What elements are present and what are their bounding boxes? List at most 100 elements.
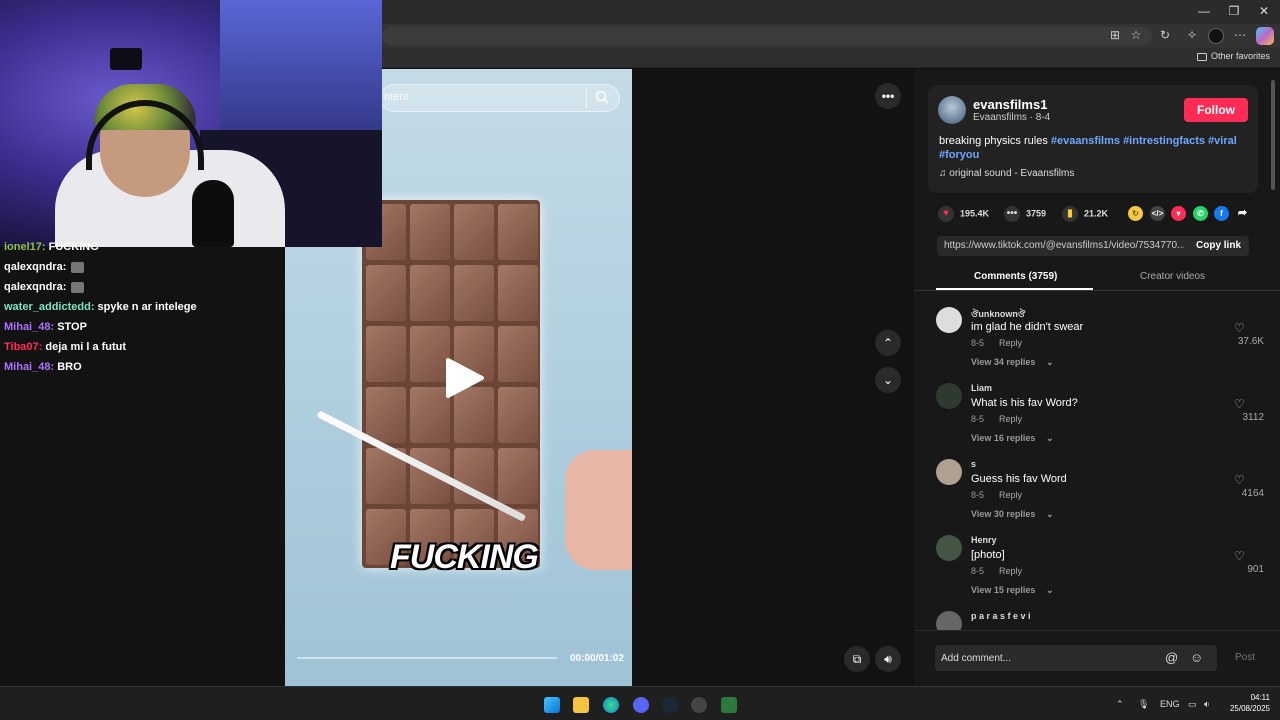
view-replies-button[interactable]: View 16 replies bbox=[971, 433, 1035, 443]
save-count[interactable]: ▮ 21.2K bbox=[1062, 206, 1108, 222]
repost-icon[interactable]: ↻ bbox=[1128, 206, 1143, 221]
video-time: 00:00/01:02 bbox=[570, 653, 624, 664]
network-icon[interactable]: ▭ bbox=[1188, 699, 1197, 710]
commenter-avatar[interactable] bbox=[936, 307, 962, 333]
author-name[interactable]: evansfilms1 bbox=[973, 97, 1047, 112]
chat-separator: : bbox=[41, 241, 49, 253]
refresh-icon[interactable]: ↻ bbox=[1156, 28, 1174, 42]
comment-count[interactable]: ••• 3759 bbox=[1004, 206, 1046, 222]
emoji-icon[interactable]: ☺ bbox=[1190, 650, 1203, 665]
commenter-avatar[interactable] bbox=[936, 383, 962, 409]
chat-username[interactable]: water_addictedd bbox=[4, 301, 91, 313]
view-replies-button[interactable]: View 30 replies bbox=[971, 509, 1035, 519]
game-launcher-icon[interactable] bbox=[721, 697, 737, 713]
system-clock[interactable]: 04:11 25/08/2025 bbox=[1226, 692, 1270, 714]
embed-icon[interactable]: </> bbox=[1150, 206, 1165, 221]
progress-bar[interactable] bbox=[297, 657, 557, 659]
copy-link-button[interactable]: Copy link bbox=[1196, 240, 1241, 251]
commenter-name[interactable]: Henry bbox=[971, 535, 997, 545]
edge-browser-icon[interactable] bbox=[603, 697, 619, 713]
chevron-up-icon[interactable]: ⌃ bbox=[875, 330, 901, 356]
chocolate-square bbox=[498, 448, 538, 504]
hashtag-link[interactable]: #viral bbox=[1208, 135, 1237, 147]
tab-comments[interactable]: Comments (3759) bbox=[974, 271, 1057, 282]
search-placeholder: ntent bbox=[384, 91, 409, 103]
microphone-icon[interactable]: 🎙︎ bbox=[1138, 699, 1149, 710]
chevron-down-icon: ⌄ bbox=[1046, 433, 1054, 443]
search-icon[interactable] bbox=[595, 90, 609, 104]
mention-icon[interactable]: @ bbox=[1165, 650, 1178, 665]
comment-heart-icon[interactable]: ♡ bbox=[1234, 397, 1245, 411]
reply-button[interactable]: Reply bbox=[999, 490, 1022, 500]
panel-scrollbar[interactable] bbox=[1271, 80, 1275, 190]
comment-like-count: 37.6K bbox=[1237, 336, 1264, 347]
chevron-down-icon[interactable]: ⌄ bbox=[875, 367, 901, 393]
chat-username[interactable]: Mihai_48 bbox=[4, 321, 50, 333]
more-options-icon[interactable]: ••• bbox=[875, 83, 901, 109]
reply-button[interactable]: Reply bbox=[999, 414, 1022, 424]
whatsapp-icon[interactable]: ✆ bbox=[1193, 206, 1208, 221]
commenter-name[interactable]: Liam bbox=[971, 383, 992, 393]
commenter-avatar[interactable] bbox=[936, 535, 962, 561]
comment-heart-icon[interactable]: ♡ bbox=[1234, 473, 1245, 487]
speaker-icon[interactable]: 🔉︎ bbox=[1204, 699, 1210, 710]
restore-icon[interactable]: ❐ bbox=[1224, 4, 1244, 18]
chat-text: BRO bbox=[57, 361, 82, 373]
app-icon[interactable] bbox=[691, 697, 707, 713]
hashtag-link[interactable]: #evaansfilms bbox=[1051, 135, 1120, 147]
tab-creator-videos[interactable]: Creator videos bbox=[1140, 271, 1205, 282]
volume-icon[interactable]: 🔊︎ bbox=[875, 646, 901, 672]
comment-heart-icon[interactable]: ♡ bbox=[1234, 321, 1245, 335]
more-menu-icon[interactable]: ⋯ bbox=[1231, 28, 1249, 42]
tray-expand-icon[interactable]: ⌃ bbox=[1116, 699, 1124, 710]
other-favorites[interactable]: Other favorites bbox=[1196, 51, 1270, 61]
chat-text: STOP bbox=[57, 321, 87, 333]
author-avatar[interactable] bbox=[938, 96, 966, 124]
favorites-icon[interactable]: ✧ bbox=[1183, 28, 1201, 42]
like-count[interactable]: ♥ 195.4K bbox=[938, 206, 989, 222]
windows-start-icon[interactable] bbox=[544, 697, 560, 713]
file-explorer-icon[interactable] bbox=[573, 697, 589, 713]
chat-username[interactable]: Tiba07 bbox=[4, 341, 39, 353]
search-input[interactable] bbox=[380, 84, 620, 112]
favorite-star-icon[interactable]: ☆ bbox=[1127, 28, 1145, 42]
follow-button[interactable]: Follow bbox=[1184, 98, 1248, 122]
reply-button[interactable]: Reply bbox=[999, 338, 1022, 348]
steam-icon[interactable] bbox=[662, 697, 678, 713]
reply-button[interactable]: Reply bbox=[999, 566, 1022, 576]
webcam-overlay bbox=[0, 0, 382, 247]
address-bar[interactable] bbox=[382, 27, 1152, 45]
split-view-icon[interactable]: ⊞ bbox=[1106, 28, 1124, 42]
chocolate-square bbox=[366, 387, 406, 443]
chat-username[interactable]: qalexqndra bbox=[4, 281, 63, 293]
commenter-name[interactable]: ঔunknownঔ bbox=[971, 307, 1025, 322]
comment-date: 8-5 bbox=[971, 566, 985, 576]
view-replies-button[interactable]: View 34 replies bbox=[971, 357, 1035, 367]
facebook-icon[interactable]: f bbox=[1214, 206, 1229, 221]
send-icon[interactable]: ▾ bbox=[1171, 206, 1186, 221]
commenter-name[interactable]: s bbox=[971, 459, 976, 469]
comment-heart-icon[interactable]: ♡ bbox=[1234, 549, 1245, 563]
close-icon[interactable]: ✕ bbox=[1254, 4, 1274, 18]
minimize-icon[interactable]: — bbox=[1194, 4, 1214, 18]
chocolate-square bbox=[498, 204, 538, 260]
post-comment-button[interactable]: Post bbox=[1235, 652, 1255, 663]
hashtag-link[interactable]: #intrestingfacts bbox=[1123, 135, 1205, 147]
language-indicator[interactable]: ENG bbox=[1160, 699, 1180, 709]
video-link[interactable]: https://www.tiktok.com/@evansfilms1/vide… bbox=[944, 240, 1184, 251]
copilot-icon[interactable] bbox=[1256, 27, 1274, 45]
hashtag-link[interactable]: #foryou bbox=[939, 149, 979, 161]
share-arrow-icon[interactable]: ➦ bbox=[1235, 206, 1250, 221]
profile-avatar[interactable] bbox=[1208, 28, 1224, 44]
picture-in-picture-icon[interactable]: ⧉ bbox=[844, 646, 870, 672]
chocolate-square bbox=[410, 265, 450, 321]
play-icon[interactable] bbox=[442, 356, 486, 400]
chat-username[interactable]: qalexqndra bbox=[4, 261, 63, 273]
commenter-avatar[interactable] bbox=[936, 459, 962, 485]
view-replies-button[interactable]: View 15 replies bbox=[971, 585, 1035, 595]
chat-username[interactable]: Mihai_48 bbox=[4, 361, 50, 373]
commenter-name[interactable]: p a r a s f e v i bbox=[971, 611, 1031, 621]
sound-link[interactable]: ♫ original sound - Evaansfilms bbox=[939, 168, 1074, 179]
discord-icon[interactable] bbox=[633, 697, 649, 713]
chat-username[interactable]: ionel17 bbox=[4, 241, 42, 253]
